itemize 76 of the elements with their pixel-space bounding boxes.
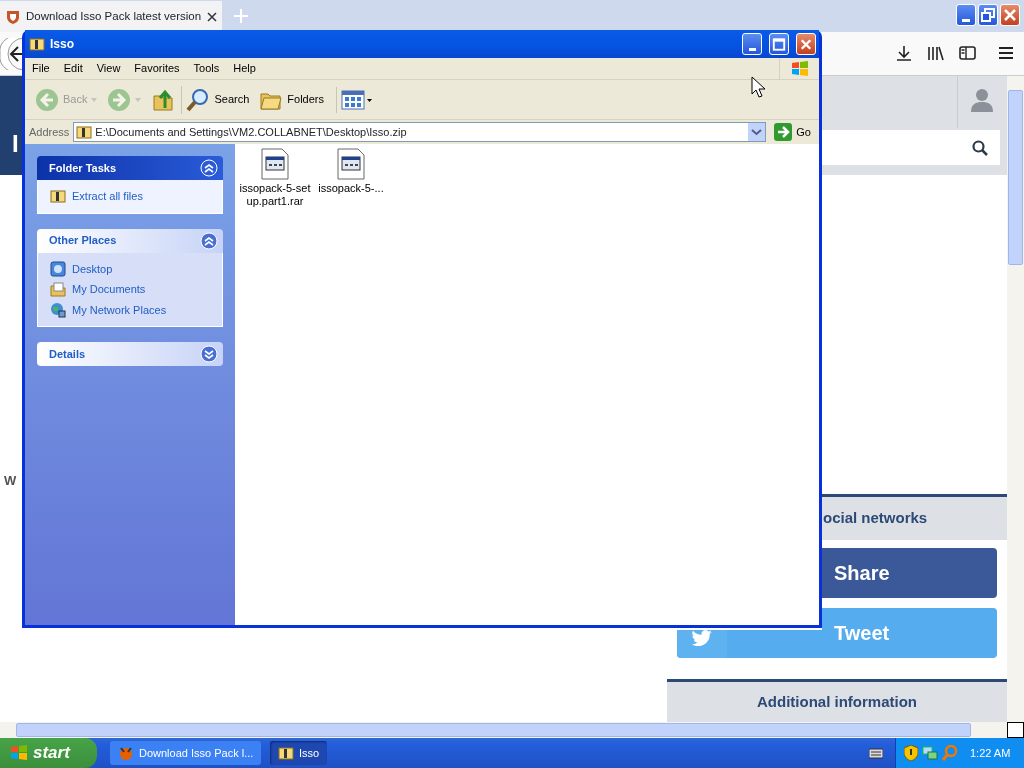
windows-logo-icon (10, 744, 28, 762)
zip-folder-icon (29, 36, 45, 52)
bird-icon (692, 630, 712, 646)
menu-item[interactable]: Tools (186, 60, 227, 77)
minimize-button[interactable] (956, 4, 976, 26)
minimize-icon (748, 47, 756, 51)
zip-folder-icon (76, 124, 93, 140)
keyboard-icon[interactable] (869, 747, 883, 759)
section-heading: Additional information (667, 679, 1007, 722)
collapse-icon[interactable] (200, 159, 218, 177)
panel-header[interactable]: Folder Tasks (37, 156, 223, 180)
taskbar-button[interactable]: Download Isso Pack l... (110, 741, 262, 765)
address-field[interactable]: E:\Documents and Settings\VM2.COLLABNET\Desktop\Isso.zip (73, 122, 767, 142)
task-link[interactable]: Desktop (50, 260, 210, 277)
folders-button[interactable]: Folders (255, 85, 328, 114)
library-icon[interactable] (926, 44, 944, 62)
go-button[interactable]: Go (770, 121, 815, 143)
go-arrow-icon (774, 123, 793, 141)
archive-file-icon (261, 148, 289, 180)
panel-header[interactable]: Other Places (37, 228, 223, 253)
desktop-icon (50, 260, 66, 277)
taskbar-button[interactable]: Isso (270, 741, 328, 765)
vertical-scrollbar[interactable] (1007, 76, 1024, 722)
windows-flag-icon (790, 59, 809, 78)
search-icon[interactable] (972, 140, 988, 156)
zip-folder-icon (278, 745, 294, 761)
close-icon[interactable] (207, 11, 217, 22)
task-link[interactable]: My Network Places (50, 301, 210, 318)
search-field[interactable] (822, 130, 1000, 165)
window-title: Isso (50, 36, 75, 53)
shield-icon[interactable] (904, 745, 918, 761)
archive-file-icon (337, 148, 365, 180)
download-icon[interactable] (895, 44, 913, 62)
shield-icon (5, 8, 21, 25)
restore-icon (980, 6, 996, 24)
menu-item[interactable]: Edit (56, 60, 90, 77)
archive-item[interactable]: issopack-5-... (313, 148, 389, 195)
menu-icon[interactable] (997, 44, 1015, 62)
minimize-button[interactable] (742, 33, 762, 55)
share-button[interactable]: Share (822, 548, 997, 598)
tab-title: Download Isso Pack latest version (26, 8, 202, 24)
body-letter: W (4, 474, 17, 487)
panel-header[interactable]: Details (37, 342, 223, 366)
views-icon (341, 88, 373, 111)
task-link[interactable]: My Documents (50, 281, 210, 298)
menu-item[interactable]: File (25, 60, 57, 77)
menu-item[interactable]: Help (226, 60, 263, 77)
start-button[interactable]: start (0, 738, 97, 768)
clock: 1:22 AM (970, 745, 1011, 761)
mouse-cursor (751, 76, 765, 98)
address-label: Address (29, 124, 70, 140)
close-button[interactable] (1000, 4, 1020, 26)
menu-item[interactable]: Favorites (127, 60, 187, 77)
archive-item[interactable]: issopack-5-setup.part1.rar (237, 148, 313, 208)
zip-folder-icon (50, 188, 66, 205)
collapse-icon[interactable] (200, 231, 218, 250)
browser-tab[interactable]: Download Isso Pack latest version (0, 1, 222, 32)
up-folder-icon (151, 87, 176, 112)
sidebar-icon[interactable] (958, 44, 976, 62)
fox-icon (118, 745, 134, 761)
back-button[interactable] (0, 38, 24, 70)
dropdown-caret-icon (91, 97, 98, 102)
globe-icon (50, 301, 66, 318)
header-letter: I (12, 132, 19, 156)
close-button[interactable] (796, 33, 816, 55)
expand-icon[interactable] (200, 345, 218, 363)
documents-icon (50, 281, 66, 298)
maximize-button[interactable] (769, 33, 789, 55)
search-icon (186, 87, 211, 112)
dropdown-caret-icon (135, 97, 142, 102)
horizontal-scrollbar[interactable] (0, 722, 1007, 738)
search-button[interactable]: Search (181, 85, 254, 114)
restore-button[interactable] (978, 4, 998, 26)
minimize-icon (962, 18, 970, 22)
menu-item[interactable]: View (89, 60, 128, 77)
scrollbar-corner (1007, 722, 1024, 738)
